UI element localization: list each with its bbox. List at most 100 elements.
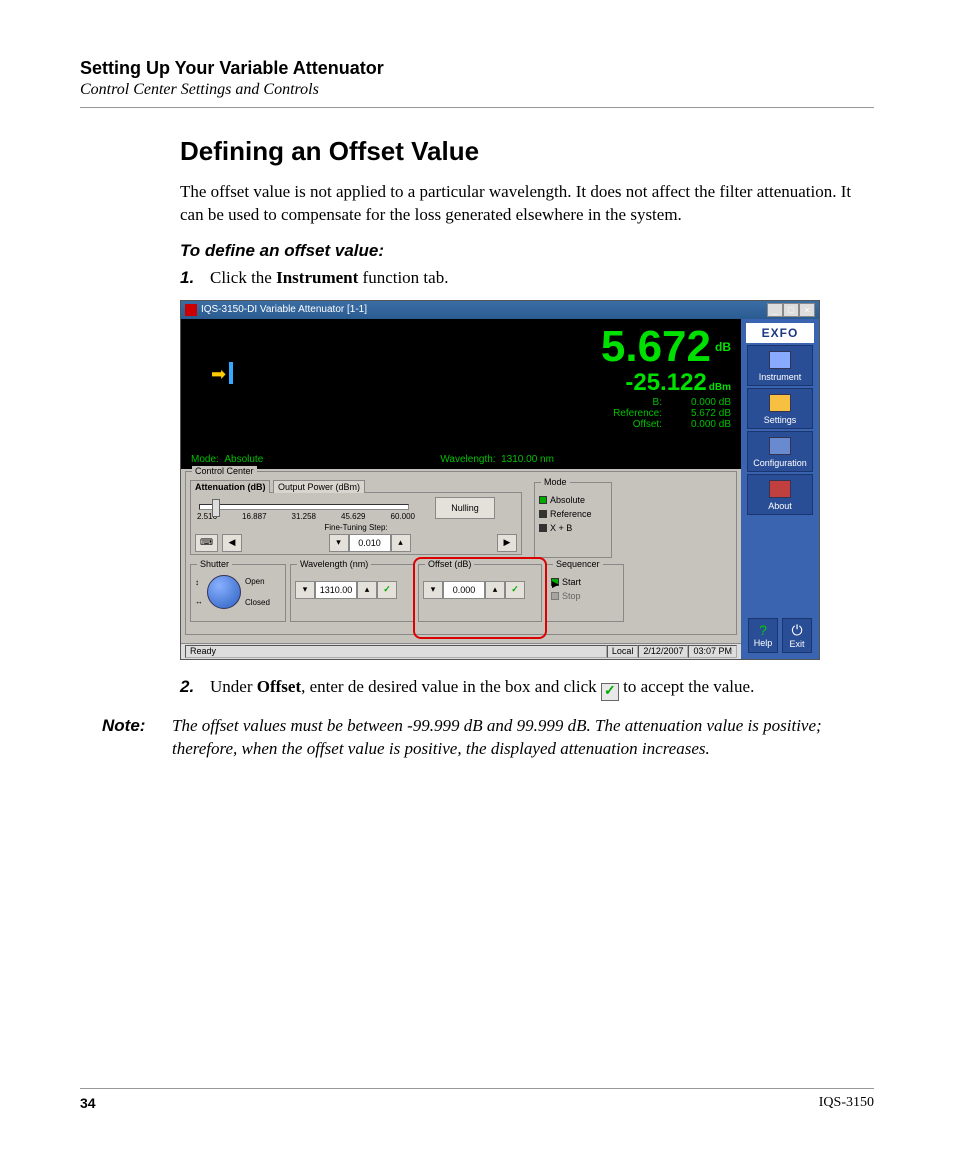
note: Note: The offset values must be between … [102, 715, 874, 761]
wavelength-down-button[interactable]: ▾ [295, 581, 315, 599]
keypad-button[interactable]: ⌨ [195, 534, 218, 552]
status-ready: Ready [185, 645, 607, 658]
sidebar-exit[interactable]: ⏻Exit [782, 618, 812, 653]
sequencer-start[interactable]: ▶Start [551, 575, 619, 589]
wavelength-accept-button[interactable]: ✓ [377, 581, 397, 599]
sidebar-instrument[interactable]: Instrument [747, 345, 813, 386]
step-1-text-post: function tab. [358, 268, 448, 287]
note-body: The offset values must be between -99.99… [172, 715, 874, 761]
step-2-text-mid: , enter de desired value in the box and … [301, 677, 601, 696]
shutter-open-label: Open [245, 577, 270, 586]
page-title: Defining an Offset Value [180, 136, 854, 167]
attenuation-readout: 5.672 [601, 322, 711, 371]
step-2-text-bold: Offset [257, 677, 301, 696]
b-label: B: [602, 397, 662, 408]
control-center-title: Control Center [192, 466, 257, 476]
step-2-text-pre: Under [210, 677, 257, 696]
tick-2: 31.258 [292, 512, 316, 521]
signal-direction-icon [211, 364, 235, 384]
mode-absolute[interactable]: Absolute [539, 493, 607, 507]
power-unit: dBm [709, 382, 731, 393]
sequencer-stop[interactable]: Stop [551, 589, 619, 603]
power-icon: ⏻ [791, 622, 802, 638]
step-back-button[interactable]: ◀ [222, 534, 242, 552]
wavelength-up-button[interactable]: ▴ [357, 581, 377, 599]
chapter-subtitle: Control Center Settings and Controls [80, 81, 874, 99]
reference-label: Reference: [602, 408, 662, 419]
fine-up-button[interactable]: ▴ [391, 534, 411, 552]
wavelength-group-title: Wavelength (nm) [297, 559, 371, 569]
led-off-icon [539, 524, 547, 532]
step-1: 1. Click the Instrument function tab. [180, 267, 854, 290]
settings-icon [769, 394, 791, 412]
arrows-open-icon: ↕ [195, 578, 199, 587]
page-footer: 34 IQS-3150 [80, 1088, 874, 1111]
function-sidebar: EXFO Instrument Settings Configuration A… [741, 319, 819, 659]
reference-value: 5.672 dB [676, 408, 731, 419]
step-forward-button[interactable]: ▶ [497, 534, 517, 552]
offset-input[interactable]: 0.000 [443, 581, 485, 599]
chapter-title: Setting Up Your Variable Attenuator [80, 58, 874, 79]
minimize-button[interactable]: _ [767, 303, 783, 317]
sidebar-help[interactable]: ?Help [748, 618, 778, 653]
checkmark-icon: ✓ [601, 683, 619, 701]
fine-step-value[interactable]: 0.010 [349, 534, 391, 552]
offset-group-title: Offset (dB) [425, 559, 474, 569]
tab-attenuation[interactable]: Attenuation (dB) [190, 480, 270, 493]
maximize-button[interactable]: □ [783, 303, 799, 317]
led-green-icon [539, 496, 547, 504]
offset-value: 0.000 dB [676, 419, 731, 430]
window-titlebar: IQS-3150-DI Variable Attenuator [1-1] _ … [181, 301, 819, 319]
tab-output-power[interactable]: Output Power (dBm) [273, 480, 365, 493]
led-off-icon [539, 510, 547, 518]
attenuation-slider[interactable] [199, 504, 409, 510]
slider-thumb[interactable] [212, 499, 220, 517]
offset-accept-button[interactable]: ✓ [505, 581, 525, 599]
step-2-text-post: to accept the value. [623, 677, 754, 696]
intro-paragraph: The offset value is not applied to a par… [180, 181, 854, 227]
configuration-icon [769, 437, 791, 455]
status-bar: Ready Local 2/12/2007 03:07 PM [181, 643, 741, 659]
sequencer-group-title: Sequencer [553, 559, 603, 569]
play-icon: ▶ [551, 578, 559, 586]
step-1-text-bold: Instrument [276, 268, 358, 287]
nulling-button[interactable]: Nulling [435, 497, 495, 519]
sidebar-about[interactable]: About [747, 474, 813, 515]
document-id: IQS-3150 [819, 1095, 874, 1111]
step-2: 2. Under Offset, enter de desired value … [180, 676, 854, 701]
app-icon [185, 304, 197, 316]
sidebar-settings[interactable]: Settings [747, 388, 813, 429]
wavelength-input[interactable]: 1310.00 [315, 581, 357, 599]
power-readout: -25.122 [625, 369, 706, 396]
wavelength-label: Wavelength: [440, 454, 495, 465]
shutter-closed-label: Closed [245, 598, 270, 607]
attenuation-unit: dB [715, 340, 731, 354]
offset-up-button[interactable]: ▴ [485, 581, 505, 599]
sidebar-configuration[interactable]: Configuration [747, 431, 813, 472]
step-2-number: 2. [180, 676, 210, 701]
mode-reference[interactable]: Reference [539, 507, 607, 521]
note-label: Note: [102, 715, 172, 761]
offset-down-button[interactable]: ▾ [423, 581, 443, 599]
instrument-icon [769, 351, 791, 369]
shutter-group-title: Shutter [197, 559, 232, 569]
shutter-knob[interactable] [207, 575, 241, 609]
window-title: IQS-3150-DI Variable Attenuator [1-1] [201, 304, 367, 315]
tick-1: 16.887 [242, 512, 266, 521]
page-number: 34 [80, 1095, 96, 1111]
status-local: Local [607, 645, 639, 658]
stop-icon [551, 592, 559, 600]
mode-value: Absolute [224, 454, 263, 465]
b-value: 0.000 dB [676, 397, 731, 408]
app-screenshot: IQS-3150-DI Variable Attenuator [1-1] _ … [180, 300, 820, 660]
tick-3: 45.629 [341, 512, 365, 521]
readout-display: 5.672 dB -25.122dBm B: 0.000 dB Reference:… [181, 319, 741, 469]
step-1-number: 1. [180, 267, 210, 290]
status-date: 2/12/2007 [638, 645, 688, 658]
fine-down-button[interactable]: ▾ [329, 534, 349, 552]
tick-4: 60.000 [391, 512, 415, 521]
mode-xb[interactable]: X + B [539, 521, 607, 535]
close-button[interactable]: × [799, 303, 815, 317]
fine-tuning-label: Fine-Tuning Step: [195, 523, 517, 532]
help-icon: ? [759, 622, 767, 638]
